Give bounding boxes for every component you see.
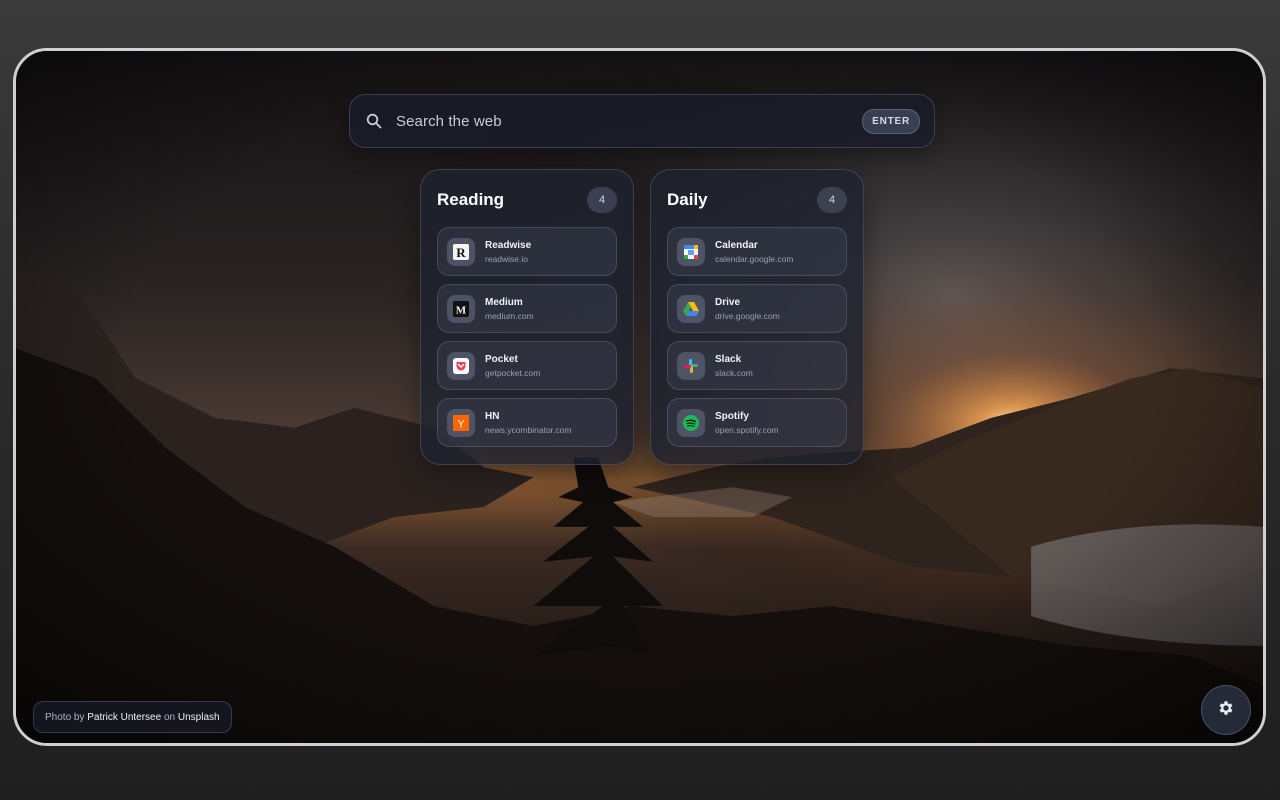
photo-credit: Photo by Patrick Untersee on Unsplash [33,701,232,733]
link-slack[interactable]: Slack slack.com [667,341,847,390]
link-url: calendar.google.com [715,253,794,264]
group-count-badge: 4 [817,187,847,213]
link-name: Pocket [485,353,518,365]
link-url: getpocket.com [485,367,541,378]
group-count-badge: 4 [587,187,617,213]
link-name: Spotify [715,410,749,422]
group-card-reading: Reading 4 R Readwise readwise.io M Mediu… [420,169,634,465]
search-input[interactable]: Search the web [396,113,862,130]
link-name: Calendar [715,239,758,251]
settings-button[interactable] [1201,685,1251,735]
gear-icon [1217,699,1235,722]
link-calendar[interactable]: Calendar calendar.google.com [667,227,847,276]
link-url: open.spotify.com [715,424,779,435]
group-card-daily: Daily 4 Calendar calendar.google.com Dri… [650,169,864,465]
link-readwise[interactable]: R Readwise readwise.io [437,227,617,276]
svg-text:M: M [456,304,467,316]
link-name: HN [485,410,500,422]
link-name: Slack [715,353,742,365]
link-name: Medium [485,296,523,308]
credit-middle: on [163,711,176,723]
credit-source-link[interactable]: Unsplash [178,712,220,723]
hacker-news-icon: Y [447,408,475,437]
link-url: drive.google.com [715,310,780,321]
readwise-icon: R [447,237,475,266]
pocket-icon [447,351,475,380]
link-url: slack.com [715,367,753,378]
credit-author-link[interactable]: Patrick Untersee [87,712,161,723]
link-url: news.ycombinator.com [485,424,572,435]
link-spotify[interactable]: Spotify open.spotify.com [667,398,847,447]
google-calendar-icon [677,237,705,266]
link-hn[interactable]: Y HN news.ycombinator.com [437,398,617,447]
search-icon [366,112,384,130]
credit-prefix: Photo by [45,711,85,723]
link-url: medium.com [485,310,534,321]
spotify-icon [677,408,705,437]
link-drive[interactable]: Drive drive.google.com [667,284,847,333]
background-photo [16,51,1263,743]
slack-icon [677,351,705,380]
link-url: readwise.io [485,253,528,264]
group-title: Daily [667,190,708,209]
search-bar[interactable]: Search the web ENTER [349,94,935,148]
google-drive-icon [677,294,705,323]
link-pocket[interactable]: Pocket getpocket.com [437,341,617,390]
enter-button[interactable]: ENTER [862,108,920,134]
svg-text:R: R [456,245,466,260]
svg-text:Y: Y [457,418,465,430]
medium-icon: M [447,294,475,323]
link-medium[interactable]: M Medium medium.com [437,284,617,333]
link-name: Readwise [485,239,532,251]
link-name: Drive [715,296,741,308]
new-tab-page: Search the web ENTER Reading 4 R Readwis… [13,48,1266,746]
group-title: Reading [437,190,505,209]
